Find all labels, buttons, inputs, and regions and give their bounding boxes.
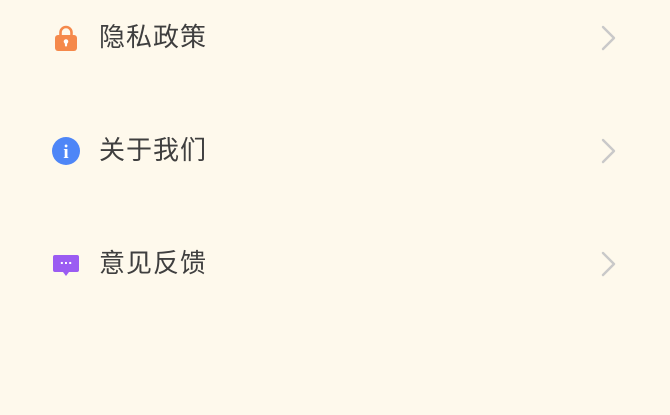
feedback-icon: ··· [52, 250, 80, 278]
info-icon: i [52, 137, 80, 165]
menu-item-feedback[interactable]: ··· 意见反馈 [0, 229, 670, 299]
menu-item-privacy-policy[interactable]: 隐私政策 [0, 3, 670, 73]
menu-item-about-us[interactable]: i 关于我们 [0, 116, 670, 186]
lock-icon [52, 24, 80, 52]
chevron-right-icon [598, 24, 618, 52]
chevron-right-icon [598, 250, 618, 278]
menu-item-label: 意见反馈 [99, 249, 208, 279]
info-icon-glyph: i [63, 142, 68, 163]
feedback-icon-dots: ··· [60, 257, 73, 270]
menu-item-label: 关于我们 [99, 136, 208, 166]
menu-item-label: 隐私政策 [99, 23, 208, 53]
settings-menu-list: 隐私政策 i 关于我们 ··· 意见反馈 [0, 0, 670, 415]
chevron-right-icon [598, 137, 618, 165]
